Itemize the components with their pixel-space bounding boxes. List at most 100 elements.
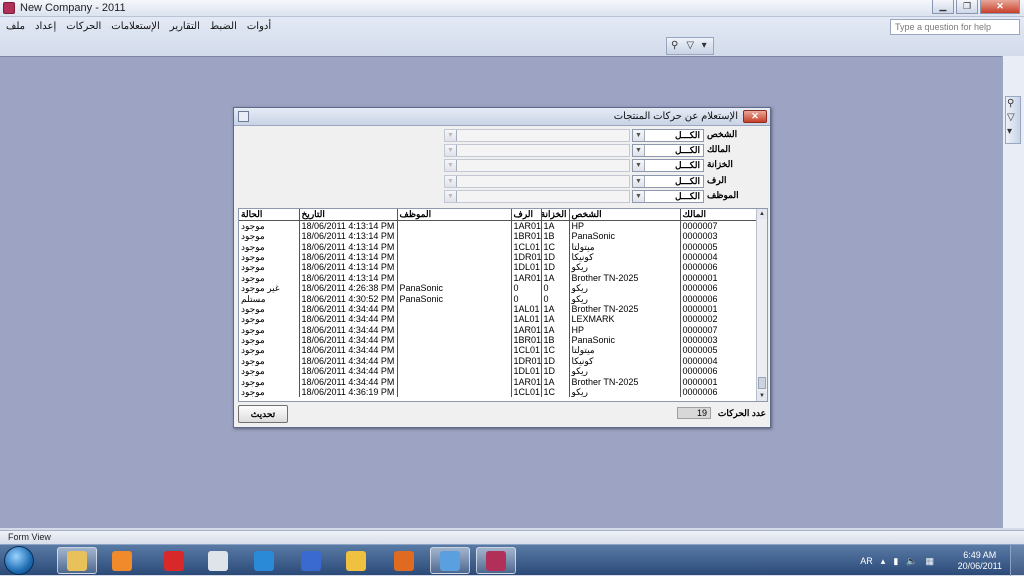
menu-control[interactable]: الضبط xyxy=(210,21,237,32)
filter-selection-icon[interactable]: ⚲ xyxy=(671,41,682,51)
cell-date: 18/06/2011 4:30:52 PM xyxy=(299,293,398,304)
table-row[interactable]: موجود 18/06/2011 4:36:19 PM 1CL01 1C ريكو 000… xyxy=(239,386,758,398)
scroll-down-icon[interactable]: ▼ xyxy=(757,391,767,401)
cell-person: HP xyxy=(569,324,681,335)
table-row[interactable]: موجود 18/06/2011 4:13:14 PM 1DR01 1D كونيكا 0… xyxy=(239,251,758,263)
cell-owner: 0000005 xyxy=(680,241,758,252)
show-desktop-button[interactable] xyxy=(1010,545,1024,576)
tray-arrow-icon[interactable]: ▴ xyxy=(881,556,886,567)
taskbar-button[interactable] xyxy=(244,547,284,574)
form-icon[interactable] xyxy=(238,111,249,122)
cell-date: 18/06/2011 4:34:44 PM xyxy=(299,376,398,387)
menu-tools[interactable]: أدوات xyxy=(247,21,271,32)
taskbar-button[interactable] xyxy=(198,547,238,574)
update-button[interactable]: تحديث xyxy=(238,405,288,423)
taskbar: AR ▴ ▮ 🔈 ▦ 6:49 AM 20/06/2011 xyxy=(0,544,1024,576)
taskbar-button[interactable] xyxy=(154,547,194,574)
column-employee[interactable]: الموظف xyxy=(397,209,512,221)
table-row[interactable]: موجود 18/06/2011 4:13:14 PM 1AR01 1A Brother… xyxy=(239,272,758,283)
menu-queries[interactable]: الإستعلامات xyxy=(111,21,160,32)
column-cabinet[interactable]: الخزانة xyxy=(541,209,570,221)
cell-person: ميتولتا xyxy=(569,345,681,356)
cell-date: 18/06/2011 4:13:14 PM xyxy=(299,251,398,263)
filter-selection-icon[interactable]: ⚲ xyxy=(1007,99,1019,109)
table-row[interactable]: موجود 18/06/2011 4:34:44 PM 1CL01 1C ميتولتا… xyxy=(239,345,758,356)
taskbar-button[interactable] xyxy=(384,547,424,574)
cell-status: موجود xyxy=(239,262,300,273)
cell-date: 18/06/2011 4:34:44 PM xyxy=(299,345,398,356)
mail-icon xyxy=(346,550,366,571)
person-combo[interactable]: ▼ الكـــل xyxy=(632,129,704,142)
grid-scrollbar[interactable]: ▲ ▼ xyxy=(756,209,767,401)
cabinet-combo[interactable]: ▼ الكـــل xyxy=(632,159,704,172)
cell-status: موجود xyxy=(239,324,300,335)
minimize-button[interactable]: ▁ xyxy=(932,0,954,14)
table-row[interactable]: موجود 18/06/2011 4:34:44 PM 1AR01 1A HP 00000… xyxy=(239,324,758,335)
filter-icon[interactable]: ▽ xyxy=(1007,113,1019,123)
scroll-up-icon[interactable]: ▲ xyxy=(757,209,767,219)
cell-status: موجود xyxy=(239,220,300,231)
owner-label: المالك xyxy=(707,144,731,154)
scroll-thumb[interactable] xyxy=(758,377,766,389)
employee-combo[interactable]: ▼ الكـــل xyxy=(632,190,704,203)
cell-person: PanaSonic xyxy=(569,334,681,346)
taskbar-button[interactable] xyxy=(102,547,142,574)
table-row[interactable]: موجود 18/06/2011 4:34:44 PM 1AR01 1A Brother… xyxy=(239,376,758,387)
language-indicator[interactable]: AR xyxy=(860,556,873,566)
table-row[interactable]: موجود 18/06/2011 4:34:44 PM 1AL01 1A LEXMARK… xyxy=(239,314,758,325)
shelf-detail-combo: ▼ xyxy=(444,175,630,188)
column-person[interactable]: الشخص xyxy=(569,209,681,221)
clock[interactable]: 6:49 AM 20/06/2011 xyxy=(958,550,1002,572)
column-shelf[interactable]: الرف xyxy=(511,209,542,221)
taskbar-button[interactable] xyxy=(57,547,97,574)
table-row[interactable]: موجود 18/06/2011 4:13:14 PM 1DL01 1D ريكو 000… xyxy=(239,262,758,273)
movements-grid[interactable]: الحالة التاريخ الموظف الرف الخزانة الشخص… xyxy=(238,208,768,402)
toolbar-options-icon[interactable]: ▾ xyxy=(702,41,713,51)
start-button[interactable] xyxy=(4,546,34,575)
table-row[interactable]: موجود 18/06/2011 4:13:14 PM 1AR01 1A HP 00000… xyxy=(239,220,758,231)
table-row[interactable]: موجود 18/06/2011 4:34:44 PM 1DR01 1D كونيكا 0… xyxy=(239,355,758,367)
cell-employee xyxy=(397,251,512,263)
menu-reports[interactable]: التقارير xyxy=(170,21,200,32)
taskbar-button[interactable] xyxy=(430,547,470,574)
table-row[interactable]: مستلم 18/06/2011 4:30:52 PM PanaSonic 0 0 ريك… xyxy=(239,293,758,304)
table-row[interactable]: موجود 18/06/2011 4:13:14 PM 1BR01 1B PanaSon… xyxy=(239,231,758,242)
volume-icon[interactable]: 🔈 xyxy=(906,556,917,567)
menu-transactions[interactable]: الحركات xyxy=(66,21,101,32)
table-row[interactable]: موجود 18/06/2011 4:34:44 PM 1AL01 1A Brother… xyxy=(239,303,758,315)
menu-file[interactable]: ملف xyxy=(6,21,25,32)
menu-setup[interactable]: إعداد xyxy=(35,21,56,32)
media-player-icon xyxy=(112,550,132,571)
column-date[interactable]: التاريخ xyxy=(299,209,398,221)
cell-person: LEXMARK xyxy=(569,314,681,325)
toolbar-options-icon[interactable]: ▾ xyxy=(1007,127,1019,137)
employee-detail-combo: ▼ xyxy=(444,190,630,203)
network-icon[interactable]: ▦ xyxy=(925,556,934,567)
cell-date: 18/06/2011 4:34:44 PM xyxy=(299,355,398,367)
table-row[interactable]: موجود 18/06/2011 4:13:14 PM 1CL01 1C ميتولتا… xyxy=(239,241,758,252)
cell-status: موجود xyxy=(239,366,300,377)
column-status[interactable]: الحالة xyxy=(239,209,300,221)
help-search-input[interactable]: Type a question for help xyxy=(890,19,1020,35)
cell-cabinet: 1D xyxy=(541,251,570,263)
battery-icon[interactable]: ▮ xyxy=(893,556,898,567)
owner-combo[interactable]: ▼ الكـــل xyxy=(632,144,704,157)
table-row[interactable]: غير موجود 18/06/2011 4:26:38 PM PanaSonic 0… xyxy=(239,282,758,294)
restore-button[interactable]: ❐ xyxy=(956,0,978,14)
cell-status: موجود xyxy=(239,241,300,252)
shelf-combo[interactable]: ▼ الكـــل xyxy=(632,175,704,188)
cell-employee xyxy=(397,272,512,283)
table-row[interactable]: موجود 18/06/2011 4:34:44 PM 1DL01 1D ريكو 000… xyxy=(239,366,758,377)
taskbar-button[interactable] xyxy=(476,547,516,574)
table-header-row: الحالة التاريخ الموظف الرف الخزانة الشخص… xyxy=(239,209,758,221)
dialog-close-button[interactable]: ✕ xyxy=(743,110,767,123)
cell-person: ميتولتا xyxy=(569,241,681,252)
taskbar-button[interactable] xyxy=(291,547,331,574)
column-owner[interactable]: المالك xyxy=(680,209,758,221)
filter-icon[interactable]: ▽ xyxy=(686,41,697,51)
close-button[interactable]: ✕ xyxy=(980,0,1020,14)
access-app-icon[interactable] xyxy=(3,2,15,14)
taskbar-button[interactable] xyxy=(336,547,376,574)
clock-time: 6:49 AM xyxy=(963,550,997,560)
table-row[interactable]: موجود 18/06/2011 4:34:44 PM 1BR01 1B PanaSon… xyxy=(239,334,758,346)
